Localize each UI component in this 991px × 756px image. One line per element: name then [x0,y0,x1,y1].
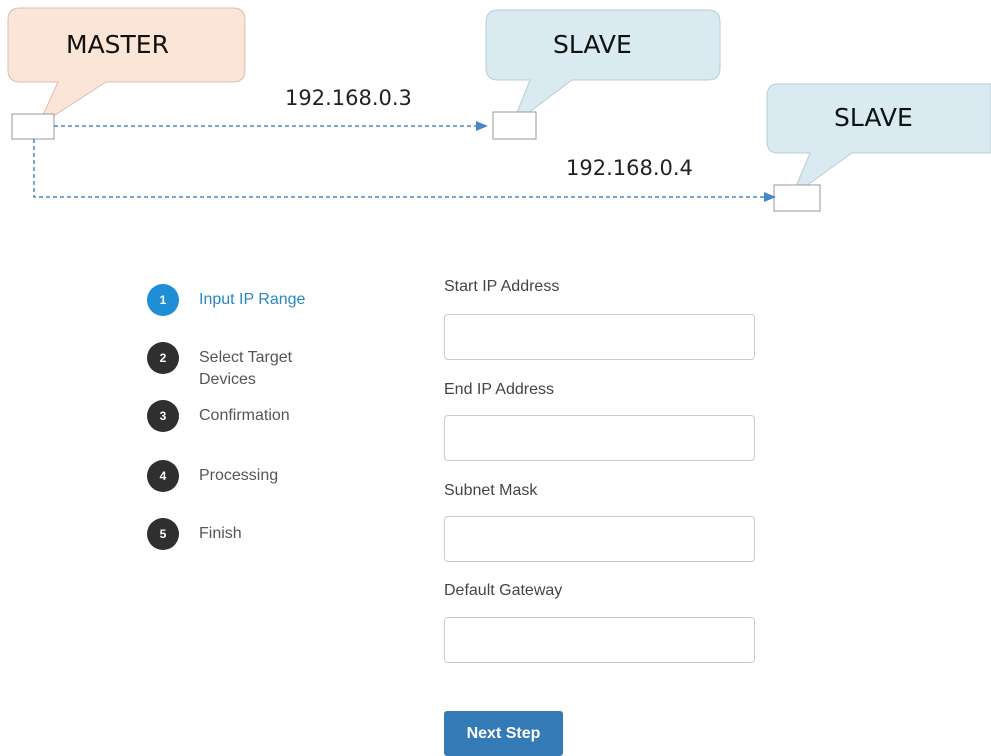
ip-label-slave2: 192.168.0.4 [566,156,693,180]
ip-label-slave1: 192.168.0.3 [285,86,412,110]
step-label-2: Select Target Devices [199,349,293,388]
slave1-node [492,111,537,140]
step-select-target-devices[interactable]: 2 Select Target Devices [147,342,339,391]
slave1-label: SLAVE [553,30,632,59]
step-number-4: 4 [147,460,179,492]
step-number-2: 2 [147,342,179,374]
step-label-1: Input IP Range [199,291,306,308]
slave2-label: SLAVE [834,103,913,132]
start-ip-label: Start IP Address [444,278,560,295]
step-confirmation[interactable]: 3 Confirmation [147,400,339,432]
step-input-ip-range[interactable]: 1 Input IP Range [147,284,339,316]
end-ip-input[interactable] [444,415,755,461]
master-node [11,113,55,140]
slave1-callout: SLAVE [485,9,721,127]
step-number-5: 5 [147,518,179,550]
slave2-callout: SLAVE [766,83,991,198]
network-diagram: MASTER SLAVE SLAVE 192.168.0.3 192.168.0… [7,7,991,212]
next-step-button[interactable]: Next Step [444,711,563,756]
master-callout: MASTER [7,7,246,128]
default-gateway-input[interactable] [444,617,755,663]
default-gateway-label: Default Gateway [444,582,563,599]
slave2-node [773,184,821,212]
step-number-3: 3 [147,400,179,432]
step-finish[interactable]: 5 Finish [147,518,339,550]
end-ip-label: End IP Address [444,381,554,398]
step-label-5: Finish [199,525,242,542]
step-processing[interactable]: 4 Processing [147,460,339,492]
master-label: MASTER [66,30,169,59]
start-ip-input[interactable] [444,314,755,360]
subnet-mask-input[interactable] [444,516,755,562]
step-label-3: Confirmation [199,407,290,424]
step-number-1: 1 [147,284,179,316]
subnet-mask-label: Subnet Mask [444,482,538,499]
step-label-4: Processing [199,467,279,484]
